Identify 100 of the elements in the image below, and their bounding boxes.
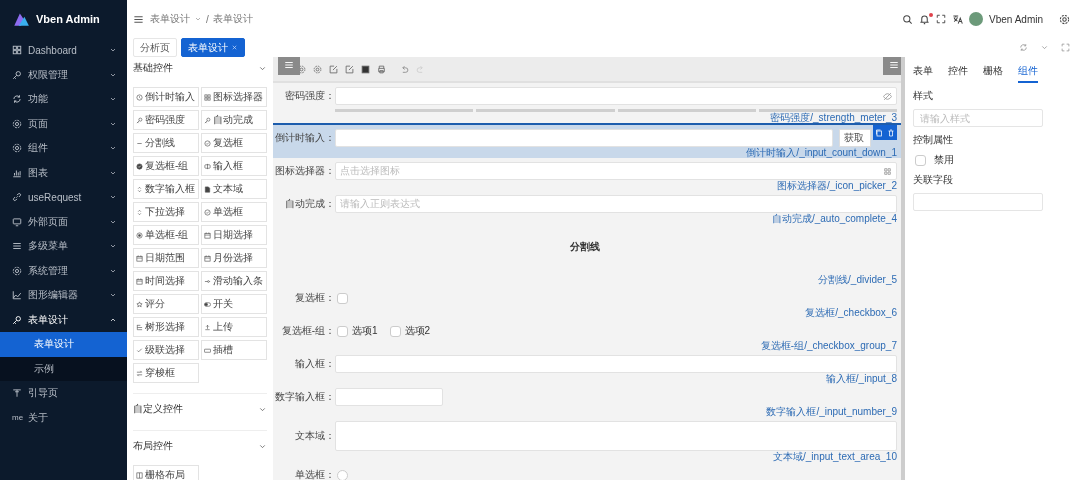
edit-icon[interactable] [345,64,354,74]
chevron-down-icon[interactable] [1040,43,1049,52]
tab[interactable]: 分析页 [133,38,177,57]
tab[interactable]: 表单 [913,61,933,83]
menu-item[interactable]: 权限管理 [0,62,127,87]
edit-icon[interactable] [329,64,338,74]
form-item[interactable]: 复选框： 复选框/_checkbox_6 [273,285,901,318]
menu-item[interactable]: 表单设计 [0,307,127,332]
palette-item[interactable]: 倒计时输入 [133,87,199,107]
form-item[interactable]: 复选框-组： 选项1 选项2 复选框-组/_checkbox_group_7 [273,318,901,351]
form-item[interactable]: 密码强度： 密码强度/_strength_meter_3 [273,83,901,123]
palette-item[interactable]: 密码强度 [133,110,199,130]
menu-item[interactable]: 系统管理 [0,258,127,283]
palette-item[interactable]: 分割线 [133,133,199,153]
input-field[interactable] [335,129,833,147]
palette-item[interactable]: 复选框-组 [133,156,199,176]
image-icon[interactable] [361,64,370,74]
settings-icon[interactable] [1059,13,1070,25]
signpost-icon [12,388,22,399]
palette-item[interactable]: 复选框 [201,133,267,153]
menu-item[interactable]: Dashboard [0,38,127,63]
style-input[interactable]: 请输入样式 [913,109,1043,127]
form-item[interactable]: 数字输入框： 数字输入框/_input_number_9 [273,384,901,417]
search-icon[interactable] [902,13,914,25]
palette-item[interactable]: 数字输入框 [133,179,199,199]
input-field[interactable] [335,388,443,406]
form-item[interactable]: 输入框： 输入框/_input_8 [273,351,901,384]
copy-icon[interactable] [875,128,883,137]
palette-item[interactable]: 下拉选择 [133,202,199,222]
palette-item[interactable]: 穿梭框 [133,363,199,383]
menu-item[interactable]: 示例 [0,356,127,381]
palette-item[interactable]: 树形选择 [133,317,199,337]
palette-item[interactable]: 日期范围 [133,248,199,268]
close-icon[interactable] [231,44,238,51]
menu-item[interactable]: 页面 [0,111,127,136]
avatar[interactable] [969,12,984,26]
checkbox[interactable] [389,325,401,337]
breadcrumb-item[interactable]: 表单设计 [212,12,253,26]
palette-item[interactable]: 评分 [133,294,199,314]
form-item[interactable]: 单选框： [273,462,901,480]
bell-icon[interactable] [919,13,931,25]
palette-item[interactable]: 日期选择 [201,225,267,245]
link-field-input[interactable] [913,193,1043,211]
link-icon [12,192,22,203]
tab[interactable]: 控件 [948,61,968,83]
palette-item[interactable]: 文本域 [201,179,267,199]
palette-item[interactable]: 栅格布局 [133,465,199,480]
form-item[interactable]: 文本域： 文本域/_input_text_area_10 [273,417,901,462]
checkbox[interactable] [337,325,348,337]
palette-item[interactable]: 输入框 [201,156,267,176]
code-button[interactable]: 获取 [839,129,871,147]
menu-item[interactable]: 引导页 [0,381,127,406]
menu-item[interactable]: 图形编辑器 [0,283,127,308]
menu-item[interactable]: 组件 [0,136,127,161]
palette-item[interactable]: 单选框 [201,202,267,222]
form-item[interactable]: 分割线 分割线/_divider_5 [273,224,901,285]
fullscreen-icon[interactable] [936,14,947,24]
input-field[interactable] [335,421,897,451]
palette-item[interactable]: 上传 [201,317,267,337]
input-field[interactable] [335,355,897,373]
menu-item[interactable]: 外部页面 [0,209,127,234]
tree-icon [136,323,143,331]
user-name[interactable]: Vben Admin [989,13,1043,25]
print-icon[interactable] [377,64,386,74]
menu-fold-icon[interactable] [133,13,144,25]
menu-item[interactable]: 表单设计 [0,332,127,357]
menu-item[interactable]: me 关于 [0,405,127,430]
grid-icon[interactable] [883,166,892,176]
delete-icon[interactable] [887,128,895,137]
tab[interactable]: 栅格 [983,61,1003,83]
palette-item[interactable]: 图标选择器 [201,87,267,107]
menu-button[interactable] [278,57,300,75]
section-title[interactable]: 布局控件 [133,439,173,453]
form-item[interactable]: 倒计时输入： 获取 倒计时输入/_input_count_down_1 [273,123,901,158]
radio[interactable] [337,469,348,480]
checkbox[interactable] [337,292,348,304]
section-title[interactable]: 自定义控件 [133,402,183,416]
menu-item[interactable]: 多级菜单 [0,234,127,259]
palette-item[interactable]: 开关 [201,294,267,314]
menu-button[interactable] [883,57,901,75]
refresh-icon[interactable] [1019,43,1028,52]
eye-off-icon[interactable] [883,91,892,101]
undo-icon[interactable] [400,64,409,74]
section-title[interactable]: 基础控件 [133,61,173,75]
menu-item[interactable]: 功能 [0,87,127,112]
input-field[interactable] [335,87,897,105]
palette-item[interactable]: 插槽 [201,340,267,360]
translate-icon[interactable] [952,13,964,25]
palette-item[interactable]: 滑动输入条 [201,271,267,291]
checkbox[interactable] [915,154,926,166]
palette-item[interactable]: 级联选择 [133,340,199,360]
breadcrumb-item[interactable]: 表单设计 [150,12,190,26]
tab[interactable]: 表单设计 [181,38,245,57]
menu-item[interactable]: useRequest [0,185,127,210]
palette-item[interactable]: 时间选择 [133,271,199,291]
menu-item[interactable]: 图表 [0,160,127,185]
palette-item[interactable]: 单选框-组 [133,225,199,245]
palette-item[interactable]: 月份选择 [201,248,267,268]
tab[interactable]: 组件 [1018,61,1038,83]
palette-item[interactable]: 自动完成 [201,110,267,130]
